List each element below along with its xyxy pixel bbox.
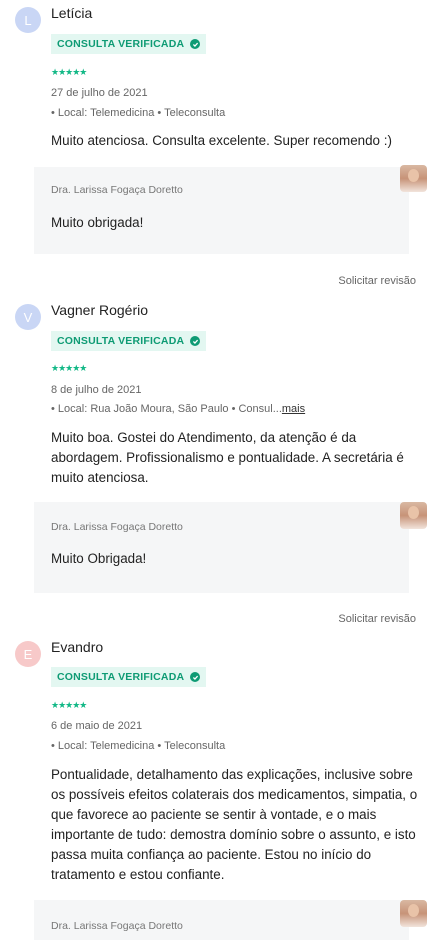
star-rating: ★★★★★ (51, 67, 87, 77)
badge-label: CONSULTA VERIFICADA (57, 38, 185, 50)
review-date: 27 de julho de 2021 (51, 87, 148, 99)
review-card: E Evandro CONSULTA VERIFICADA ★★★★★ 6 de… (0, 634, 442, 940)
reply-text: Muito Obrigada! (51, 551, 147, 566)
more-link[interactable]: mais (282, 403, 305, 415)
check-icon (190, 672, 201, 682)
doctor-reply: Dra. Larissa Fogaça Doretto (34, 900, 409, 940)
reviewer-name: Evandro (51, 639, 104, 655)
location-text: • Local: Telemedicina • Teleconsulta (51, 740, 226, 752)
review-text: Muito boa. Gostei do Atendimento, da ate… (51, 430, 404, 485)
star-rating: ★★★★★ (51, 363, 87, 373)
review-location: • Local: Rua João Moura, São Paulo • Con… (51, 403, 305, 415)
request-review-link[interactable]: Solicitar revisão (338, 275, 416, 287)
reviewer-name: Letícia (51, 5, 93, 21)
location-text: • Local: Telemedicina • Teleconsulta (51, 107, 226, 119)
doctor-reply: Dra. Larissa Fogaça Doretto Muito Obriga… (34, 502, 409, 593)
avatar: L (15, 7, 41, 33)
verified-badge: CONSULTA VERIFICADA (51, 34, 207, 54)
review-date: 8 de julho de 2021 (51, 384, 142, 396)
check-icon (190, 39, 201, 49)
doctor-avatar (400, 502, 427, 529)
review-card: L Letícia CONSULTA VERIFICADA ★★★★★ 27 d… (0, 0, 442, 295)
location-text: • Local: Rua João Moura, São Paulo • Con… (51, 403, 282, 415)
review-text: Muito atenciosa. Consulta excelente. Sup… (51, 133, 392, 148)
review-location: • Local: Telemedicina • Teleconsulta (51, 740, 225, 752)
reviewer-name: Vagner Rogério (51, 302, 149, 318)
review-card: V Vagner Rogério CONSULTA VERIFICADA ★★★… (0, 297, 442, 632)
star-rating: ★★★★★ (51, 700, 87, 710)
doctor-reply: Dra. Larissa Fogaça Doretto Muito obriga… (34, 167, 409, 254)
doctor-avatar (400, 165, 427, 192)
verified-badge: CONSULTA VERIFICADA (51, 331, 207, 351)
reply-doctor-name: Dra. Larissa Fogaça Doretto (51, 184, 183, 196)
avatar: E (15, 641, 41, 667)
reply-doctor-name: Dra. Larissa Fogaça Doretto (51, 521, 183, 533)
review-text: Pontualidade, detalhamento das explicaçõ… (51, 767, 418, 882)
check-icon (190, 336, 201, 346)
review-date: 6 de maio de 2021 (51, 720, 143, 732)
reply-text: Muito obrigada! (51, 215, 144, 230)
badge-label: CONSULTA VERIFICADA (57, 335, 185, 347)
avatar: V (15, 304, 41, 330)
reply-doctor-name: Dra. Larissa Fogaça Doretto (51, 920, 183, 932)
verified-badge: CONSULTA VERIFICADA (51, 667, 207, 687)
request-review-link[interactable]: Solicitar revisão (338, 613, 416, 625)
badge-label: CONSULTA VERIFICADA (57, 671, 185, 683)
review-location: • Local: Telemedicina • Teleconsulta (51, 107, 225, 119)
doctor-avatar (400, 900, 427, 927)
